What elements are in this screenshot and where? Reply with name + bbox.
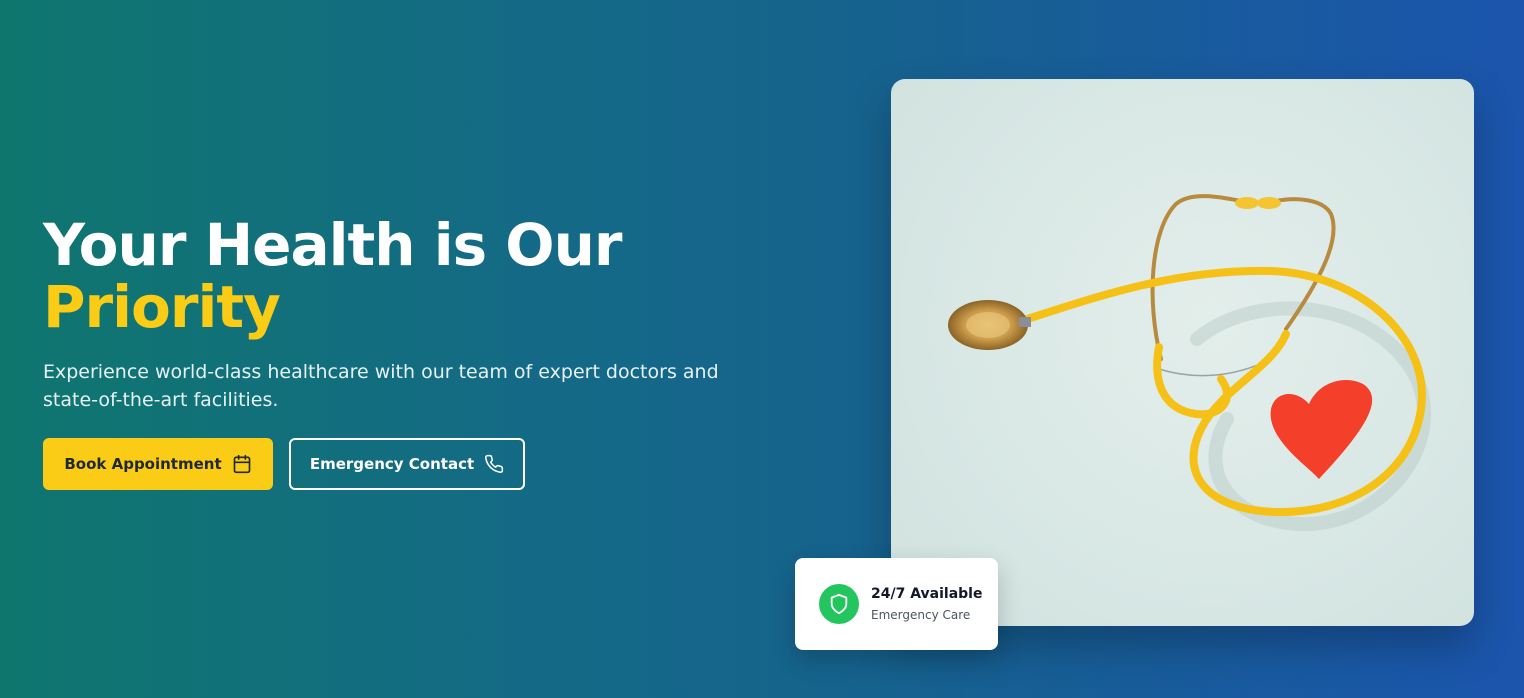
shield-icon xyxy=(819,584,859,624)
hero-subtitle: Experience world-class healthcare with o… xyxy=(43,361,719,411)
emergency-contact-label: Emergency Contact xyxy=(309,455,475,473)
hero-title-main: Your Health is Our xyxy=(43,211,623,279)
hero-text: Your Health is Our Priority Experience w… xyxy=(43,214,783,414)
availability-badge: 24/7 Available Emergency Care xyxy=(795,558,998,650)
book-appointment-button[interactable]: Book Appointment xyxy=(43,438,273,490)
hero-buttons: Book Appointment Emergency Contact xyxy=(43,438,525,490)
book-appointment-label: Book Appointment xyxy=(64,455,222,473)
badge-title: 24/7 Available xyxy=(871,586,983,602)
badge-subtitle: Emergency Care xyxy=(871,608,971,622)
hero-title: Your Health is Our Priority xyxy=(43,214,783,338)
stethoscope-heart-illustration xyxy=(948,194,1432,532)
hero-title-accent: Priority xyxy=(43,273,281,341)
calendar-icon xyxy=(232,454,252,474)
emergency-contact-button[interactable]: Emergency Contact xyxy=(289,438,525,490)
badge-text: 24/7 Available Emergency Care xyxy=(871,584,982,624)
hero-image xyxy=(891,79,1474,626)
hero-section: Your Health is Our Priority Experience w… xyxy=(0,0,1524,698)
phone-icon xyxy=(484,454,504,474)
